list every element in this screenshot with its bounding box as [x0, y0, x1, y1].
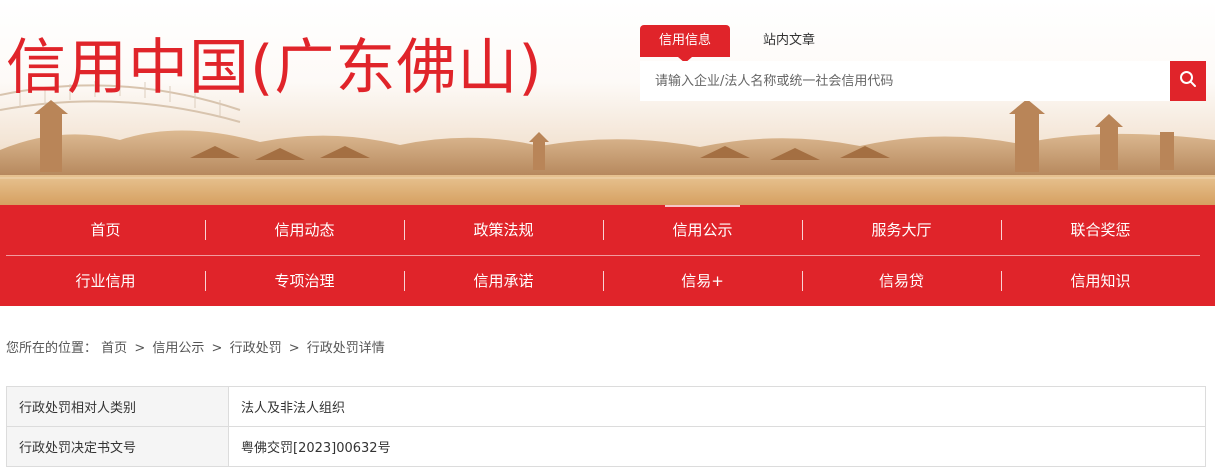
nav-item-credit-knowledge[interactable]: 信用知识: [1001, 256, 1200, 306]
nav-item-credit-commitment[interactable]: 信用承诺: [404, 256, 603, 306]
breadcrumb-prefix: 您所在的位置：: [6, 341, 98, 356]
breadcrumb-home[interactable]: 首页: [101, 341, 127, 356]
nav-item-joint-rewards[interactable]: 联合奖惩: [1001, 205, 1200, 255]
search-tabs: 信用信息 站内文章: [640, 25, 844, 63]
nav-item-credit-news[interactable]: 信用动态: [205, 205, 404, 255]
search-icon: [1179, 70, 1197, 92]
nav-item-home[interactable]: 首页: [6, 205, 205, 255]
nav-item-industry-credit[interactable]: 行业信用: [6, 256, 205, 306]
field-value: 法人及非法人组织: [228, 386, 1206, 427]
field-value: 粤佛交罚[2023]00632号: [228, 426, 1206, 467]
header-banner: 信用中国(广东佛山) 信用信息 站内文章: [0, 0, 1215, 205]
nav-item-service-hall[interactable]: 服务大厅: [802, 205, 1001, 255]
breadcrumb-separator: >: [211, 341, 223, 356]
breadcrumb-separator: >: [288, 341, 300, 356]
penalty-detail-table: 行政处罚相对人类别 法人及非法人组织 行政处罚决定书文号 粤佛交罚[2023]0…: [6, 386, 1206, 467]
table-row: 行政处罚决定书文号 粤佛交罚[2023]00632号: [6, 426, 1206, 467]
nav-row-2: 行业信用 专项治理 信用承诺 信易+ 信易贷 信用知识: [6, 256, 1200, 306]
main-navigation: 首页 信用动态 政策法规 信用公示 服务大厅 联合奖惩 行业信用 专项治理 信用…: [0, 205, 1215, 306]
breadcrumb-admin-penalty[interactable]: 行政处罚: [230, 341, 282, 356]
field-label: 行政处罚相对人类别: [6, 386, 229, 427]
tab-credit-info[interactable]: 信用信息: [640, 25, 730, 63]
search-box: [640, 61, 1206, 101]
breadcrumb-current: 行政处罚详情: [306, 341, 385, 356]
field-label: 行政处罚决定书文号: [6, 426, 229, 467]
breadcrumb-credit-disclosure[interactable]: 信用公示: [152, 341, 204, 356]
nav-item-xinyi-plus[interactable]: 信易+: [603, 256, 802, 306]
nav-item-policies[interactable]: 政策法规: [404, 205, 603, 255]
nav-item-credit-disclosure[interactable]: 信用公示: [603, 205, 802, 255]
search-button[interactable]: [1170, 61, 1206, 101]
nav-item-special-governance[interactable]: 专项治理: [205, 256, 404, 306]
breadcrumb-separator: >: [134, 341, 146, 356]
nav-item-xinyi-loan[interactable]: 信易贷: [802, 256, 1001, 306]
nav-row-1: 首页 信用动态 政策法规 信用公示 服务大厅 联合奖惩: [6, 205, 1200, 255]
tab-site-articles[interactable]: 站内文章: [734, 25, 844, 57]
breadcrumb: 您所在的位置： 首页 > 信用公示 > 行政处罚 > 行政处罚详情: [6, 337, 385, 356]
site-title: 信用中国(广东佛山): [6, 33, 543, 103]
table-row: 行政处罚相对人类别 法人及非法人组织: [6, 386, 1206, 427]
search-input[interactable]: [640, 61, 1170, 101]
